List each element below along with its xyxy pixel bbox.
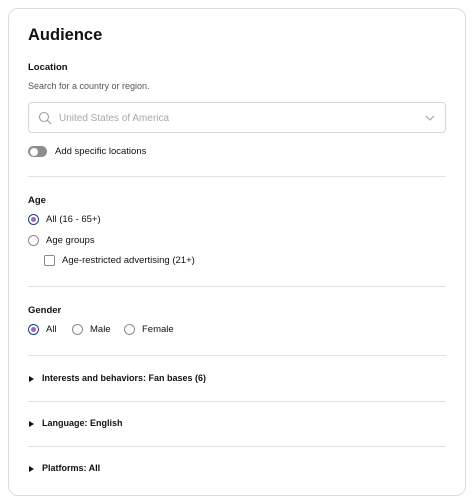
divider [28,446,446,447]
caret-right-icon [29,421,34,427]
platforms-label: Platforms: All [42,463,101,473]
audience-card: Audience Location Search for a country o… [8,8,466,496]
caret-right-icon [29,466,34,472]
chevron-down-icon[interactable] [424,112,436,124]
caret-right-icon [29,376,34,382]
gender-male-radio[interactable] [72,324,83,335]
age-restricted-label: Age-restricted advertising (21+) [62,255,195,266]
toggle-knob [29,147,38,156]
gender-female-label: Female [142,324,174,335]
location-search-field[interactable] [28,102,446,133]
interests-behaviors-expander[interactable]: Interests and behaviors: Fan bases (6) [28,372,446,388]
gender-all-label: All [46,324,57,335]
gender-male-label: Male [90,324,111,335]
age-label: Age [28,195,46,206]
platforms-expander[interactable]: Platforms: All [28,462,446,478]
divider [28,176,446,177]
age-all-radio[interactable] [28,214,39,225]
gender-label: Gender [28,305,62,316]
gender-all-radio[interactable] [28,324,39,335]
divider [28,355,446,356]
location-hint: Search for a country or region. [28,81,150,91]
interests-behaviors-label: Interests and behaviors: Fan bases (6) [42,373,207,383]
age-groups-label: Age groups [46,235,95,246]
add-specific-locations-toggle[interactable] [28,146,47,157]
page-title: Audience [28,26,103,44]
age-all-label: All (16 - 65+) [46,214,101,225]
location-label: Location [28,62,68,73]
language-expander[interactable]: Language: English [28,417,446,433]
divider [28,286,446,287]
age-restricted-checkbox[interactable] [44,255,55,266]
location-search-input[interactable] [59,109,409,127]
age-groups-radio[interactable] [28,235,39,246]
add-specific-locations-label: Add specific locations [55,146,147,157]
divider [28,401,446,402]
gender-female-radio[interactable] [124,324,135,335]
search-icon [38,111,52,125]
language-label: Language: English [42,418,123,428]
